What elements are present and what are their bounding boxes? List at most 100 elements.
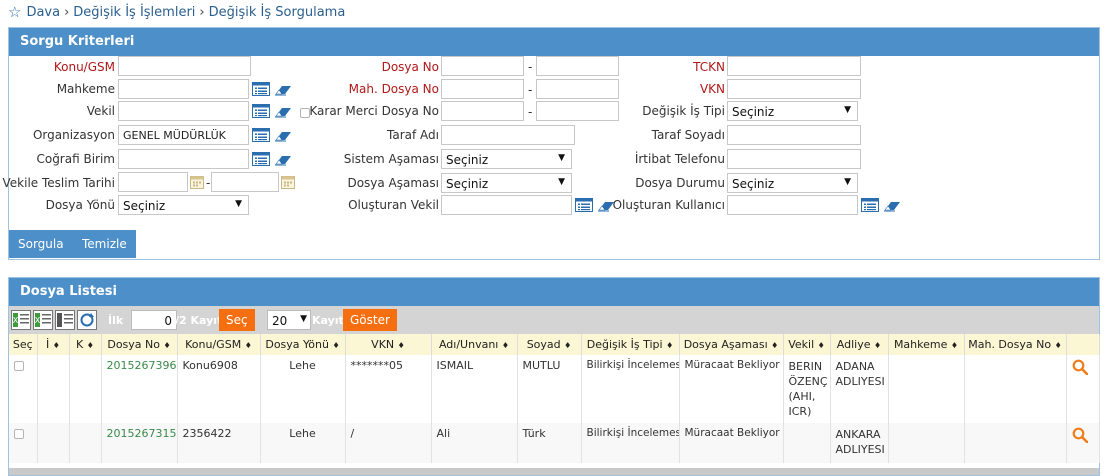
column-header-soyad[interactable]: Soyad ♦ — [517, 334, 582, 355]
horizontal-scrollbar[interactable] — [9, 468, 1099, 475]
vekil-input[interactable] — [118, 101, 249, 121]
document-export-icon[interactable] — [55, 310, 75, 330]
vekile-teslim-end-input[interactable] — [211, 172, 279, 192]
yon-cell: Lehe — [260, 423, 346, 463]
dosya-asamasi-select[interactable]: Seçiniz ▼ — [441, 173, 572, 193]
table-row[interactable]: 2015267396 Konu6908 Lehe *******05 ISMAI… — [9, 355, 1100, 423]
column-header-dosya-no[interactable]: Dosya No ♦ — [101, 334, 178, 355]
column-header-sec: Seç — [9, 334, 38, 355]
vekil-eraser-icon[interactable] — [274, 104, 292, 118]
dosya-no-suffix-input[interactable] — [536, 56, 619, 76]
dosya-yonu-select[interactable]: Seçiniz ▼ — [118, 195, 249, 215]
page-size-select[interactable]: 20 ▼ — [267, 310, 311, 330]
cografi-birim-input[interactable] — [118, 149, 249, 169]
vekile-teslim-tarihi-label: Vekile Teslim Tarihi — [2, 176, 115, 190]
mahkeme-list-icon[interactable] — [252, 82, 270, 96]
breadcrumb-item-degisik-is-islemleri[interactable]: Değişik İş İşlemleri — [73, 5, 195, 20]
sorgula-button[interactable]: Sorgula — [9, 230, 73, 258]
column-header-k[interactable]: K ♦ — [69, 334, 102, 355]
ilk-input[interactable]: 0 — [131, 310, 177, 330]
mah-dosya-no-input[interactable] — [441, 79, 524, 99]
column-header-i[interactable]: İ ♦ — [37, 334, 70, 355]
cografi-birim-label: Coğrafi Birim — [36, 152, 115, 166]
breadcrumb-item-dava[interactable]: Dava — [26, 5, 60, 20]
star-icon[interactable]: ☆ — [8, 4, 21, 20]
row-checkbox[interactable] — [14, 361, 24, 371]
dosya-asamasi-value: Seçiniz — [446, 177, 489, 191]
refresh-icon[interactable] — [77, 310, 97, 330]
organizasyon-label: Organizasyon — [32, 128, 115, 142]
cografi-birim-list-icon[interactable] — [252, 152, 270, 166]
dosya-durumu-label: Dosya Durumu — [635, 176, 725, 190]
column-header-adliye[interactable]: Adliye ♦ — [830, 334, 889, 355]
vkn-input[interactable] — [727, 79, 861, 99]
date-range-dash: - — [206, 176, 211, 190]
vkn-cell: *******05 — [345, 355, 432, 423]
olusturan-kullanici-input[interactable] — [727, 195, 858, 215]
row-select-cell — [9, 355, 38, 423]
irtibat-telefonu-input[interactable] — [727, 149, 861, 169]
taraf-soyadi-label: Taraf Soyadı — [651, 128, 725, 142]
olusturan-vekil-label: Oluşturan Vekil — [348, 198, 439, 212]
column-header-konu-gsm[interactable]: Konu/GSM ♦ — [177, 334, 261, 355]
vkn-label: VKN — [699, 82, 725, 96]
tip-cell: Bilirkişi İncelemesi — [581, 355, 680, 423]
olusturan-kullanici-list-icon[interactable] — [861, 198, 879, 212]
column-header-dosya-asamasi[interactable]: Dosya Aşaması ♦ — [679, 334, 784, 355]
olusturan-vekil-list-icon[interactable] — [575, 198, 593, 212]
column-header-dosya-yonu[interactable]: Dosya Yönü ♦ — [260, 334, 346, 355]
search-icon[interactable] — [1072, 359, 1088, 375]
cografi-birim-eraser-icon[interactable] — [274, 152, 292, 166]
organizasyon-list-icon[interactable] — [252, 128, 270, 142]
dosya-asamasi-label: Dosya Aşaması — [347, 176, 439, 190]
temizle-button[interactable]: Temizle — [73, 230, 136, 258]
breadcrumb-item-degisik-is-sorgulama[interactable]: Değişik İş Sorgulama — [209, 5, 346, 20]
column-header-adi-unvani[interactable]: Adı/Unvanı ♦ — [431, 334, 518, 355]
column-header-vkn[interactable]: VKN ♦ — [345, 334, 432, 355]
adliye-cell: ADANA ADLIYESI — [830, 355, 889, 423]
organizasyon-eraser-icon[interactable] — [274, 128, 292, 142]
dosya-no-cell[interactable]: 2015267315 — [101, 423, 178, 463]
sistem-asamasi-select[interactable]: Seçiniz ▼ — [441, 149, 572, 169]
excel-export-icon[interactable] — [11, 310, 31, 330]
dosya-durumu-value: Seçiniz — [732, 177, 775, 191]
vekile-teslim-start-input[interactable] — [118, 172, 188, 192]
organizasyon-input[interactable]: GENEL MÜDÜRLÜK — [118, 125, 249, 145]
karar-merci-dosya-no-input[interactable] — [441, 101, 524, 121]
konu-gsm-input[interactable] — [118, 56, 251, 76]
search-icon[interactable] — [1072, 427, 1088, 443]
mah-dosya-no-suffix-input[interactable] — [536, 79, 619, 99]
start-date-calendar-icon[interactable] — [190, 175, 204, 189]
column-header-mahkeme[interactable]: Mahkeme ♦ — [888, 334, 965, 355]
degisik-is-tipi-label: Değişik İş Tipi — [642, 104, 725, 118]
mahkeme-eraser-icon[interactable] — [274, 82, 292, 96]
chevron-down-icon: ▼ — [300, 314, 307, 324]
sec-button[interactable]: Seç — [219, 309, 255, 331]
mah-dosya-no-label: Mah. Dosya No — [348, 82, 439, 96]
olusturan-kullanici-eraser-icon[interactable] — [883, 198, 901, 212]
dosya-no-input[interactable] — [441, 56, 524, 76]
goster-button[interactable]: Göster — [343, 309, 397, 331]
adi-cell: ISMAIL — [431, 355, 518, 423]
column-header-mah-dosya-no[interactable]: Mah. Dosya No ♦ — [964, 334, 1067, 355]
breadcrumb-separator: › — [64, 4, 70, 20]
list-toolbar: İlk 0 /2 Kayıt Seç 20 ▼ Kayıt Göster — [9, 306, 1099, 334]
taraf-soyadi-input[interactable] — [727, 125, 861, 145]
table-row[interactable]: 2015267315 2356422 Lehe / Ali Türk Bilir… — [9, 423, 1100, 463]
taraf-adi-input[interactable] — [441, 125, 575, 145]
end-date-calendar-icon[interactable] — [281, 175, 295, 189]
row-checkbox[interactable] — [14, 429, 24, 439]
column-header-vekil[interactable]: Vekil ♦ — [783, 334, 831, 355]
olusturan-vekil-input[interactable] — [441, 195, 572, 215]
detail-cell — [1066, 355, 1100, 423]
dosya-no-cell[interactable]: 2015267396 — [101, 355, 178, 423]
dosya-durumu-select[interactable]: Seçiniz ▼ — [727, 173, 858, 193]
dosya-yonu-value: Seçiniz — [123, 199, 166, 213]
tckn-input[interactable] — [727, 56, 861, 76]
mahkeme-input[interactable] — [118, 79, 249, 99]
vekil-list-icon[interactable] — [252, 104, 270, 118]
column-header-degisik-is-tipi[interactable]: Değişik İş Tipi ♦ — [581, 334, 680, 355]
excel-export-all-icon[interactable] — [33, 310, 53, 330]
degisik-is-tipi-select[interactable]: Seçiniz ▼ — [727, 101, 858, 121]
karar-merci-suffix-input[interactable] — [536, 101, 619, 121]
